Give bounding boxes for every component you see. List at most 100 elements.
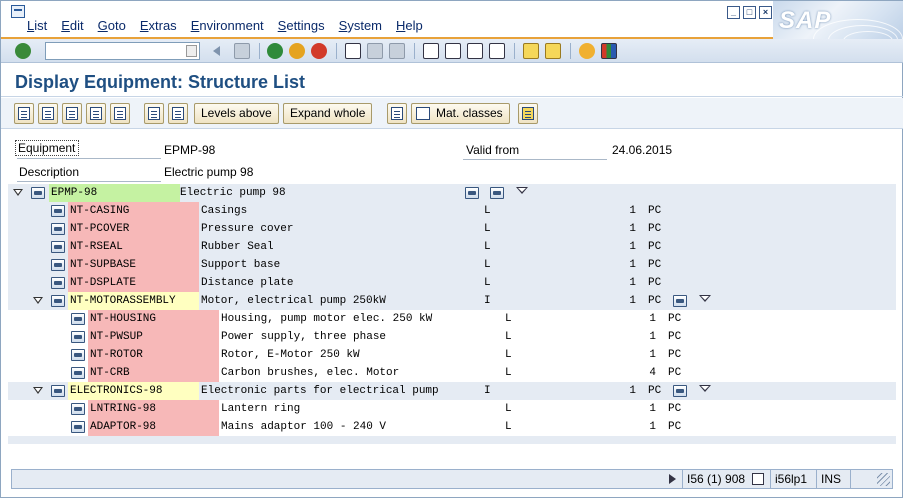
tree-row[interactable]: NT-CRB Carbon brushes, elec. Motor L 4 P… bbox=[8, 364, 896, 382]
menu-system[interactable]: System bbox=[339, 18, 382, 33]
save-icon[interactable] bbox=[234, 43, 250, 59]
material-icon bbox=[71, 331, 85, 343]
collapse-node-icon[interactable] bbox=[33, 387, 43, 394]
tree-row[interactable]: NT-CASING Casings L 1 PC bbox=[8, 202, 896, 220]
tree-node-id: NT-PWSUP bbox=[88, 328, 219, 346]
expand-icon[interactable] bbox=[144, 103, 164, 124]
command-field[interactable] bbox=[45, 42, 200, 60]
levels-above-button[interactable]: Levels above bbox=[194, 103, 279, 124]
equipment-value: EPMP-98 bbox=[164, 143, 216, 157]
tree-row[interactable]: NT-RSEAL Rubber Seal L 1 PC bbox=[8, 238, 896, 256]
create-session-icon[interactable] bbox=[523, 43, 539, 59]
find-icon[interactable] bbox=[367, 43, 383, 59]
command-history-icon[interactable] bbox=[186, 45, 197, 57]
choose-icon[interactable] bbox=[14, 103, 34, 124]
menu-settings[interactable]: Settings bbox=[278, 18, 325, 33]
tree-row[interactable]: NT-PCOVER Pressure cover L 1 PC bbox=[8, 220, 896, 238]
menu-goto[interactable]: Goto bbox=[98, 18, 126, 33]
detail-icon[interactable] bbox=[62, 103, 82, 124]
tree-row-assembly[interactable]: ELECTRONICS-98 Electronic parts for elec… bbox=[8, 382, 896, 400]
menu-help[interactable]: Help bbox=[396, 18, 423, 33]
tree-row[interactable]: ADAPTOR-98 Mains adaptor 100 - 240 V L 1… bbox=[8, 418, 896, 436]
item-quantity: 1 bbox=[629, 205, 636, 217]
shortcut-icon[interactable] bbox=[545, 43, 561, 59]
input-mode[interactable]: INS bbox=[816, 470, 845, 488]
item-category: L bbox=[484, 241, 491, 253]
cancel-icon[interactable] bbox=[311, 43, 327, 59]
layout-icon[interactable] bbox=[110, 103, 130, 124]
previous-page-icon[interactable] bbox=[445, 43, 461, 59]
material-icon bbox=[51, 241, 65, 253]
material-icon bbox=[71, 313, 85, 325]
help-icon[interactable] bbox=[579, 43, 595, 59]
display-bom-icon[interactable] bbox=[673, 385, 687, 397]
filter-icon[interactable] bbox=[699, 385, 711, 397]
expand-whole-button[interactable]: Expand whole bbox=[283, 103, 373, 124]
tree-row[interactable]: NT-DSPLATE Distance plate L 1 PC bbox=[8, 274, 896, 292]
collapse-toolbar-icon[interactable] bbox=[213, 46, 220, 56]
tree-row[interactable]: NT-ROTOR Rotor, E-Motor 250 kW L 1 PC bbox=[8, 346, 896, 364]
mat-classes-button[interactable]: Mat. classes bbox=[411, 103, 510, 124]
tree-row-assembly[interactable]: NT-MOTORASSEMBLY Motor, electrical pump … bbox=[8, 292, 896, 310]
minimize-icon[interactable]: _ bbox=[727, 6, 740, 19]
page-title: Display Equipment: Structure List bbox=[15, 72, 306, 92]
display-bom-icon[interactable] bbox=[490, 187, 504, 199]
item-unit: PC bbox=[648, 205, 662, 217]
tree-node-desc: Carbon brushes, elec. Motor bbox=[221, 367, 400, 379]
toolbar-separator bbox=[570, 43, 571, 59]
filter-icon[interactable] bbox=[516, 187, 528, 199]
window-controls: _ □ × bbox=[727, 6, 772, 19]
menu-list-item[interactable]: List bbox=[27, 18, 47, 33]
item-unit: PC bbox=[648, 385, 662, 397]
tree-node-id: NT-CRB bbox=[88, 364, 219, 382]
display-bom-icon[interactable] bbox=[673, 295, 687, 307]
tree-row-root[interactable]: EPMP-98 Electric pump 98 bbox=[8, 184, 896, 202]
print-icon[interactable] bbox=[345, 43, 361, 59]
refresh-icon[interactable] bbox=[38, 103, 58, 124]
system-info[interactable]: I56 (1) 908 bbox=[682, 470, 749, 488]
first-page-icon[interactable] bbox=[423, 43, 439, 59]
item-unit: PC bbox=[648, 223, 662, 235]
export-icon[interactable] bbox=[518, 103, 538, 124]
layout-menu-icon[interactable] bbox=[601, 43, 617, 59]
system-info-dropdown-icon[interactable] bbox=[752, 473, 764, 485]
tree-node-id: NT-DSPLATE bbox=[68, 274, 199, 292]
item-category: I bbox=[484, 295, 491, 307]
tree-node-id: LNTRING-98 bbox=[88, 400, 219, 418]
filter-icon[interactable] bbox=[699, 295, 711, 307]
title-divider bbox=[1, 96, 903, 97]
item-quantity: 1 bbox=[629, 385, 636, 397]
tree-row[interactable]: NT-HOUSING Housing, pump motor elec. 250… bbox=[8, 310, 896, 328]
last-page-icon[interactable] bbox=[489, 43, 505, 59]
status-expand-icon[interactable] bbox=[669, 474, 676, 484]
collapse-node-icon[interactable] bbox=[33, 297, 43, 304]
tree-row[interactable]: NT-SUPBASE Support base L 1 PC bbox=[8, 256, 896, 274]
back-icon[interactable] bbox=[267, 43, 283, 59]
exit-icon[interactable] bbox=[289, 43, 305, 59]
collapse-icon[interactable] bbox=[168, 103, 188, 124]
sap-logo-text: SAP bbox=[779, 7, 832, 34]
enter-icon[interactable] bbox=[15, 43, 31, 59]
menu-environment[interactable]: Environment bbox=[191, 18, 264, 33]
menu-extras[interactable]: Extras bbox=[140, 18, 177, 33]
list-icon[interactable] bbox=[86, 103, 106, 124]
sap-window: List Edit Goto Extras Environment Settin… bbox=[0, 0, 903, 498]
collapse-node-icon[interactable] bbox=[13, 189, 23, 196]
hierarchy-icon[interactable] bbox=[387, 103, 407, 124]
find-next-icon[interactable] bbox=[389, 43, 405, 59]
system-menu-icon[interactable] bbox=[11, 5, 25, 18]
detail-glyph bbox=[66, 107, 78, 120]
item-category: L bbox=[484, 205, 491, 217]
next-page-icon[interactable] bbox=[467, 43, 483, 59]
tree-row[interactable]: LNTRING-98 Lantern ring L 1 PC bbox=[8, 400, 896, 418]
menu-label-rest: oto bbox=[107, 18, 126, 33]
resize-grip-icon[interactable] bbox=[877, 473, 890, 486]
description-value: Electric pump 98 bbox=[164, 165, 254, 179]
maximize-icon[interactable]: □ bbox=[743, 6, 756, 19]
assembly-icon bbox=[51, 385, 65, 397]
tree-row[interactable]: NT-PWSUP Power supply, three phase L 1 P… bbox=[8, 328, 896, 346]
close-icon[interactable]: × bbox=[759, 6, 772, 19]
display-equipment-icon[interactable] bbox=[465, 187, 479, 199]
menu-edit[interactable]: Edit bbox=[61, 18, 83, 33]
mat-classes-label: Mat. classes bbox=[436, 106, 503, 120]
